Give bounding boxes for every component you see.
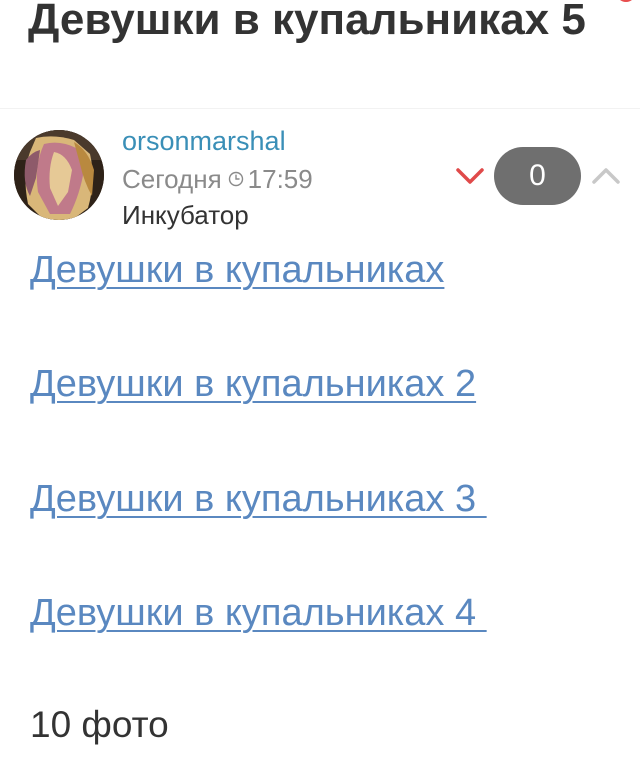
post-link[interactable]: Девушки в купальниках 4 xyxy=(30,591,487,635)
avatar-image xyxy=(14,130,104,220)
post-link[interactable]: Девушки в купальниках xyxy=(30,248,444,292)
author-name[interactable]: orsonmarshal xyxy=(122,124,286,158)
avatar[interactable] xyxy=(14,130,104,220)
community-name[interactable]: Инкубатор xyxy=(122,198,249,232)
post-page: Девушки в купальниках 5 orsonmarshal Сег… xyxy=(0,0,640,777)
vote-up-button[interactable] xyxy=(588,160,624,192)
notification-dot-icon[interactable] xyxy=(616,0,636,2)
vote-down-button[interactable] xyxy=(452,160,488,192)
chevron-up-icon xyxy=(592,168,620,184)
post-link[interactable]: Девушки в купальниках 3 xyxy=(30,477,487,521)
rating-badge: 0 xyxy=(494,147,581,205)
post-meta: Сегодня 17:59 xyxy=(122,162,313,196)
header-divider xyxy=(0,108,640,109)
photo-count: 10 фото xyxy=(30,704,169,745)
post-date: Сегодня xyxy=(122,164,222,194)
post-link[interactable]: Девушки в купальниках 2 xyxy=(30,362,476,406)
post-title: Девушки в купальниках 5 xyxy=(28,0,586,44)
chevron-down-icon xyxy=(456,168,484,184)
clock-icon xyxy=(228,171,243,187)
post-time: 17:59 xyxy=(247,164,313,194)
